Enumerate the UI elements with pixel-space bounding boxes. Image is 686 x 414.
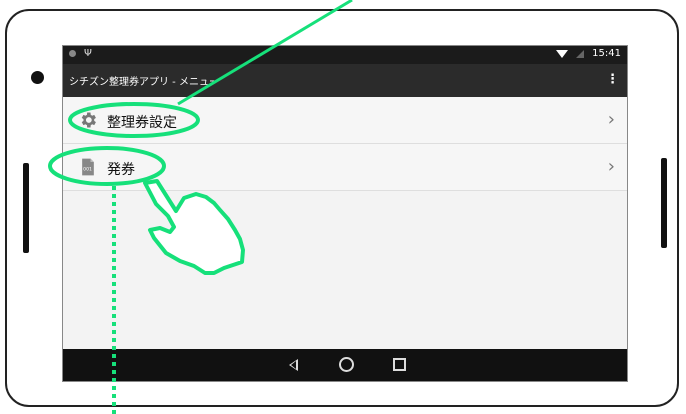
front-camera [31, 71, 44, 84]
chevron-right-icon: › [607, 109, 615, 130]
recent-apps-button[interactable] [393, 358, 406, 371]
ticket-icon: 001 [82, 158, 94, 176]
usb-icon: Ψ [84, 48, 92, 59]
back-icon-inner [291, 361, 296, 369]
app-title: シチズン整理券アプリ - メニュー [69, 77, 219, 88]
menu-item-ticket-settings[interactable]: 整理券設定 › [63, 97, 627, 144]
menu-item-label: 発券 [107, 162, 135, 178]
navigation-bar [63, 349, 627, 381]
side-button-left [23, 163, 29, 253]
menu-item-issue-ticket[interactable]: 001 発券 › [63, 144, 627, 191]
status-bar: Ψ 15:41 [63, 46, 627, 64]
home-button[interactable] [339, 357, 354, 372]
wifi-icon [556, 49, 569, 58]
svg-text:001: 001 [83, 166, 92, 172]
chevron-right-icon: › [607, 156, 615, 177]
gear-icon [81, 112, 96, 128]
notification-dot-icon [69, 50, 76, 57]
overflow-menu-icon[interactable]: ⋮ [606, 73, 619, 86]
side-button-right [661, 158, 667, 248]
tablet-screen: Ψ 15:41 シチズン整理券アプリ - メニュー ⋮ 整理券設定 › 001 … [62, 45, 628, 382]
status-time: 15:41 [592, 48, 621, 59]
menu-item-label: 整理券設定 [107, 115, 177, 131]
menu-list: 整理券設定 › 001 発券 › [63, 97, 627, 191]
signal-icon [576, 49, 585, 58]
app-bar: シチズン整理券アプリ - メニュー ⋮ [63, 64, 627, 97]
